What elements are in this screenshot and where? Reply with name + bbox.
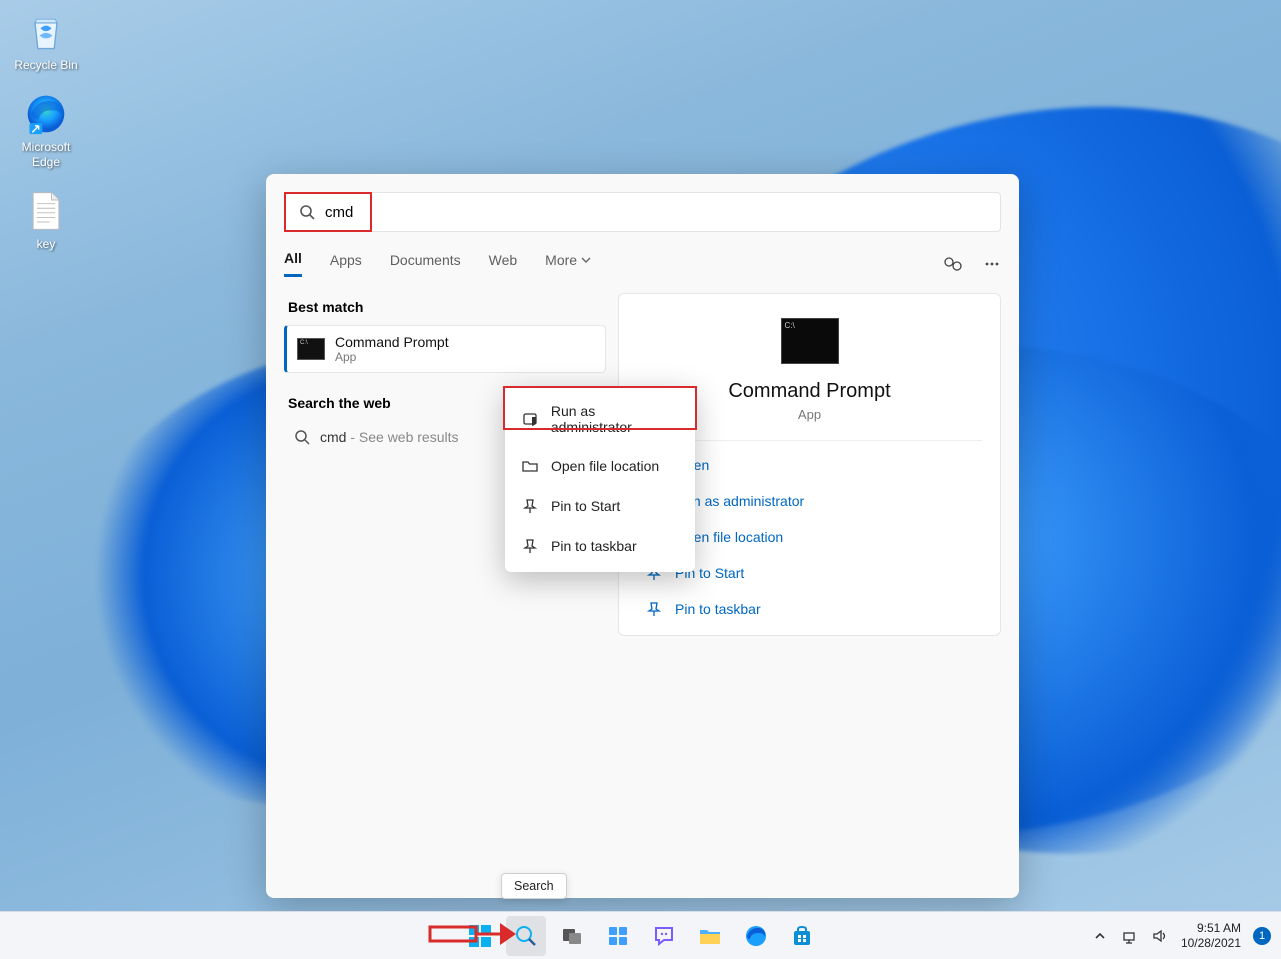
desktop-icon-label: key — [8, 237, 84, 251]
context-menu: Run as administrator Open file location … — [505, 386, 695, 572]
tray-time: 9:51 AM — [1181, 921, 1241, 935]
ctx-pin-start[interactable]: Pin to Start — [505, 486, 695, 526]
best-match-subtitle: App — [335, 350, 449, 364]
tray-notification-badge[interactable]: 1 — [1253, 927, 1271, 945]
tray-chevron-icon[interactable] — [1091, 927, 1109, 945]
desktop-icon-label: Microsoft Edge — [8, 140, 84, 169]
ctx-label: Pin to taskbar — [551, 538, 637, 554]
action-label: Pin to taskbar — [675, 601, 761, 617]
preview-app-icon — [781, 318, 839, 364]
ctx-pin-taskbar[interactable]: Pin to taskbar — [505, 526, 695, 566]
search-input[interactable] — [325, 204, 986, 221]
chevron-down-icon — [581, 255, 591, 265]
taskbar-chat[interactable] — [644, 916, 684, 956]
tab-documents[interactable]: Documents — [390, 252, 461, 276]
tray-volume-icon[interactable] — [1151, 927, 1169, 945]
pin-icon — [521, 497, 539, 515]
system-tray: 9:51 AM 10/28/2021 1 — [1091, 921, 1271, 950]
taskbar-task-view[interactable] — [552, 916, 592, 956]
taskbar-center — [460, 916, 822, 956]
search-tooltip: Search — [501, 873, 567, 899]
action-pin-taskbar[interactable]: Pin to taskbar — [637, 591, 982, 627]
best-match-heading: Best match — [288, 299, 606, 315]
tab-all[interactable]: All — [284, 250, 302, 277]
tab-web[interactable]: Web — [489, 252, 518, 276]
taskbar-explorer[interactable] — [690, 916, 730, 956]
tray-clock[interactable]: 9:51 AM 10/28/2021 — [1181, 921, 1241, 950]
best-match-title: Command Prompt — [335, 334, 449, 350]
results-column: Best match Command Prompt App Search the… — [266, 281, 606, 898]
desktop-icon-key[interactable]: key — [8, 187, 84, 251]
tab-more[interactable]: More — [545, 252, 591, 276]
search-tabs: All Apps Documents Web More — [266, 242, 1019, 281]
search-icon — [299, 204, 315, 220]
desktop-icon-label: Recycle Bin — [8, 58, 84, 72]
edge-icon — [22, 90, 70, 138]
pin-icon — [521, 537, 539, 555]
text-file-icon — [22, 187, 70, 235]
folder-icon — [521, 457, 539, 475]
web-result-suffix: - See web results — [346, 429, 458, 445]
web-result-query: cmd — [320, 429, 346, 445]
desktop-icon-recycle-bin[interactable]: Recycle Bin — [8, 8, 84, 72]
ctx-label: Run as administrator — [551, 403, 679, 435]
taskbar-store[interactable] — [782, 916, 822, 956]
pin-icon — [645, 600, 663, 618]
tray-network-icon[interactable] — [1121, 927, 1139, 945]
recycle-bin-icon — [22, 8, 70, 56]
cmd-icon — [297, 338, 325, 360]
more-options-icon[interactable] — [983, 255, 1001, 273]
search-icon — [294, 429, 310, 445]
ctx-label: Open file location — [551, 458, 659, 474]
ctx-open-location[interactable]: Open file location — [505, 446, 695, 486]
search-bar[interactable] — [284, 192, 1001, 232]
start-button[interactable] — [460, 916, 500, 956]
taskbar-search-button[interactable] — [506, 916, 546, 956]
taskbar-edge[interactable] — [736, 916, 776, 956]
shield-icon — [521, 410, 539, 428]
best-match-result[interactable]: Command Prompt App — [284, 325, 606, 373]
ctx-run-as-admin[interactable]: Run as administrator — [505, 392, 695, 446]
taskbar: 9:51 AM 10/28/2021 1 — [0, 911, 1281, 959]
preview-column: Command Prompt App Open Run as administr… — [606, 281, 1019, 898]
desktop-icon-edge[interactable]: Microsoft Edge — [8, 90, 84, 169]
rewards-icon[interactable] — [943, 254, 963, 274]
tab-apps[interactable]: Apps — [330, 252, 362, 276]
desktop-icons: Recycle Bin Microsoft Edge key — [8, 8, 84, 270]
taskbar-widgets[interactable] — [598, 916, 638, 956]
ctx-label: Pin to Start — [551, 498, 620, 514]
tray-date: 10/28/2021 — [1181, 936, 1241, 950]
